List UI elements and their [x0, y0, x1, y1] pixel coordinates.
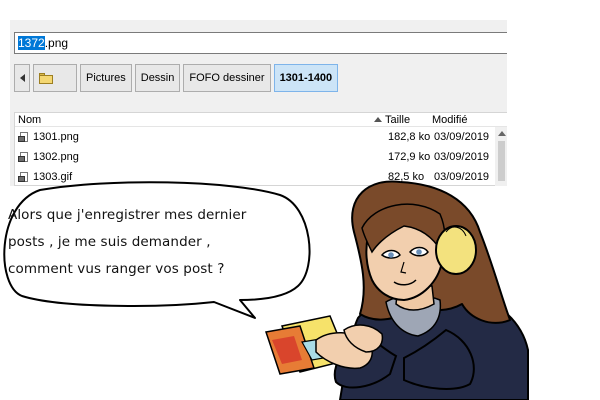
scroll-thumb[interactable]	[498, 141, 505, 181]
image-file-icon	[18, 152, 29, 162]
file-size: 182,8 ko	[388, 131, 431, 143]
filename-selection: 1372	[18, 36, 45, 50]
file-modified: 03/09/2019	[434, 171, 490, 183]
file-size: 172,9 ko	[388, 151, 431, 163]
image-file-icon	[18, 172, 29, 182]
filename-extension: .png	[44, 36, 69, 50]
file-modified: 03/09/2019	[434, 131, 490, 143]
file-row[interactable]: 1302.png 172,9 ko 03/09/2019	[15, 147, 495, 167]
sort-up-icon	[374, 117, 382, 122]
file-row[interactable]: 1303.gif 82,5 ko 03/09/2019	[15, 167, 495, 186]
speech-bubble-text: Alors que j'enregistrer mes dernier post…	[8, 202, 308, 283]
file-list-header: Nom Taille Modifié	[15, 113, 507, 127]
breadcrumb: Pictures Dessin FOFO dessiner 1301-1400	[14, 64, 339, 92]
left-arrow-icon	[19, 74, 25, 82]
breadcrumb-item-fofo-dessiner[interactable]: FOFO dessiner	[183, 64, 271, 92]
file-save-dialog: 1372.png Pictures Dessin FOFO dessiner 1…	[10, 20, 507, 186]
filename-input[interactable]: 1372.png	[14, 32, 507, 54]
column-header-name[interactable]: Nom	[18, 113, 41, 127]
scroll-up-icon[interactable]	[498, 131, 506, 136]
folder-root-button[interactable]	[33, 64, 77, 92]
breadcrumb-item-dessin[interactable]: Dessin	[134, 64, 181, 92]
vertical-scrollbar[interactable]	[495, 127, 507, 186]
file-name: 1301.png	[33, 131, 79, 143]
file-size: 82,5 ko	[388, 171, 425, 183]
column-header-modified[interactable]: Modifié	[432, 113, 467, 127]
file-row[interactable]: 1301.png 182,8 ko 03/09/2019	[15, 127, 495, 147]
image-file-icon	[18, 132, 29, 142]
file-modified: 03/09/2019	[434, 151, 490, 163]
file-name: 1302.png	[33, 151, 79, 163]
file-name: 1303.gif	[33, 171, 73, 183]
speech-line: posts , je me suis demander ,	[8, 234, 211, 250]
breadcrumb-item-1301-1400[interactable]: 1301-1400	[273, 64, 339, 92]
breadcrumb-item-pictures[interactable]: Pictures	[80, 64, 132, 92]
speech-line: comment vus ranger vos post ?	[8, 261, 225, 277]
speech-line: Alors que j'enregistrer mes dernier	[8, 207, 247, 223]
column-header-size[interactable]: Taille	[385, 113, 410, 127]
back-button[interactable]	[14, 64, 30, 92]
folder-icon	[39, 72, 53, 84]
filename-row: 1372.png	[14, 32, 507, 54]
file-list: Nom Taille Modifié 1301.png 182,8 ko 03/…	[14, 112, 507, 186]
